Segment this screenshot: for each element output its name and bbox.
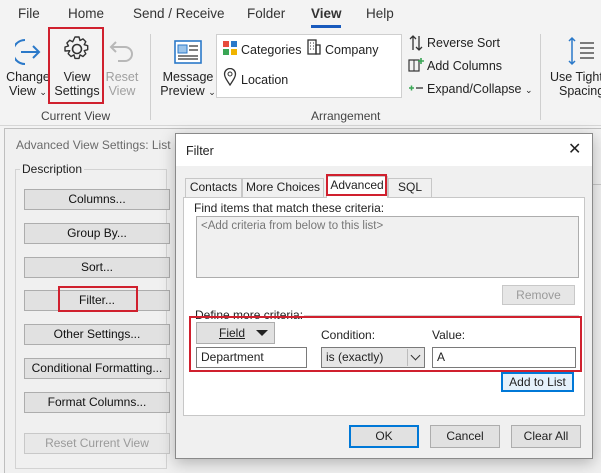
change-view-icon (12, 36, 47, 68)
conditional-formatting-button[interactable]: Conditional Formatting... (24, 358, 170, 379)
find-items-label: Find items that match these criteria: (194, 201, 385, 215)
advanced-view-settings-title: Advanced View Settings: List (16, 138, 171, 152)
field-button[interactable]: Field (196, 322, 275, 344)
filter-dialog: Filter ✕ Contacts More Choices Advanced … (175, 133, 593, 459)
add-to-list-button[interactable]: Add to List (501, 372, 574, 392)
tab-folder[interactable]: Folder (247, 6, 285, 21)
reset-icon (108, 36, 136, 66)
tighter-label-2: Spacing (559, 84, 601, 98)
tab-contacts[interactable]: Contacts (185, 178, 242, 197)
add-columns-icon (408, 57, 424, 73)
view-settings-button[interactable]: View Settings (54, 70, 100, 98)
reverse-sort-button[interactable]: Reverse Sort (427, 36, 500, 50)
filter-button[interactable]: Filter... (24, 290, 170, 311)
reset-view-label-2: View (108, 84, 136, 98)
tab-home[interactable]: Home (68, 6, 104, 21)
tab-more-choices[interactable]: More Choices (242, 178, 324, 197)
field-input[interactable]: Department (196, 347, 307, 368)
expand-collapse-icon (408, 80, 424, 96)
message-preview-button[interactable]: Message Preview ⌄ (160, 70, 216, 99)
filter-title: Filter (186, 144, 214, 158)
company-icon (306, 38, 322, 56)
categories-icon (222, 40, 238, 56)
view-settings-label-1: View (63, 70, 91, 84)
reset-current-view-button[interactable]: Reset Current View (24, 433, 170, 454)
arrange-categories[interactable]: Categories (241, 43, 301, 57)
expand-collapse-button[interactable]: Expand/Collapse ⌄ (427, 82, 533, 96)
reset-view-button[interactable]: Reset View (104, 70, 140, 98)
reverse-sort-icon (408, 34, 424, 52)
gear-icon (62, 34, 92, 64)
change-view-label-2: View ⌄ (9, 84, 47, 98)
define-more-criteria-label: Define more criteria: (195, 308, 304, 322)
criteria-placeholder: <Add criteria from below to this list> (201, 220, 384, 232)
sort-button[interactable]: Sort... (24, 257, 170, 278)
arrange-company[interactable]: Company (325, 43, 379, 57)
filter-titlebar: Filter ✕ (176, 134, 592, 166)
message-preview-label-2: Preview ⌄ (160, 84, 216, 98)
chevron-down-icon (407, 349, 423, 366)
ribbon: File Home Send / Receive Folder View Hel… (0, 0, 601, 126)
group-by-button[interactable]: Group By... (24, 223, 170, 244)
tab-advanced[interactable]: Advanced (326, 176, 388, 198)
cancel-button[interactable]: Cancel (430, 425, 500, 448)
view-settings-label-2: Settings (54, 84, 100, 98)
active-tab-indicator (311, 25, 341, 28)
add-columns-button[interactable]: Add Columns (427, 59, 502, 73)
message-preview-icon (173, 38, 203, 66)
current-view-group-title: Current View (41, 109, 111, 123)
group-separator-2 (540, 34, 541, 120)
field-button-label: Field (219, 326, 246, 340)
description-label: Description (20, 162, 85, 176)
format-columns-button[interactable]: Format Columns... (24, 392, 170, 413)
description-group: Description (15, 162, 167, 469)
ok-button[interactable]: OK (349, 425, 419, 448)
advanced-tab-panel: Find items that match these criteria: <A… (183, 197, 585, 416)
columns-button[interactable]: Columns... (24, 189, 170, 210)
change-view-button[interactable]: Change View ⌄ (6, 70, 50, 99)
remove-button[interactable]: Remove (502, 285, 575, 305)
tab-sql[interactable]: SQL (388, 178, 432, 197)
other-settings-button[interactable]: Other Settings... (24, 324, 170, 345)
reset-view-label-1: Reset (105, 70, 139, 84)
location-icon (223, 67, 237, 87)
clear-all-button[interactable]: Clear All (511, 425, 581, 448)
arrangement-group-title: Arrangement (311, 109, 381, 123)
condition-select-value: is (exactly) (326, 350, 384, 364)
group-separator (150, 34, 151, 120)
tighter-label-1: Use Tight (550, 70, 601, 84)
use-tighter-spacing-button[interactable]: Use Tight Spacing (550, 70, 601, 98)
tab-view[interactable]: View (311, 6, 342, 21)
condition-select[interactable]: is (exactly) (321, 347, 425, 368)
tighter-spacing-icon (568, 36, 596, 66)
tab-file[interactable]: File (18, 6, 40, 21)
close-icon[interactable]: ✕ (568, 142, 581, 158)
value-label: Value: (432, 328, 466, 342)
value-input[interactable]: A (432, 347, 576, 368)
arrange-location[interactable]: Location (241, 73, 288, 87)
tab-help[interactable]: Help (366, 6, 394, 21)
message-preview-label-1: Message (162, 70, 214, 84)
define-criteria-divider (304, 315, 579, 316)
condition-label: Condition: (321, 328, 376, 342)
criteria-list[interactable]: <Add criteria from below to this list> (196, 216, 579, 278)
change-view-label-1: Change (6, 70, 50, 84)
caret-down-icon (256, 330, 268, 336)
tab-send-receive[interactable]: Send / Receive (133, 6, 225, 21)
